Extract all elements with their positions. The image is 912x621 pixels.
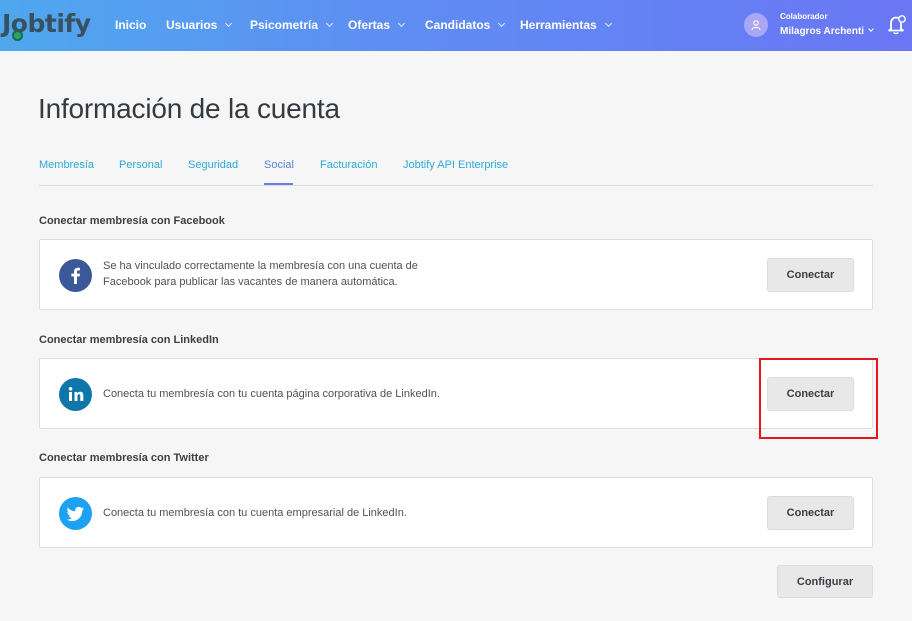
tab-membresia[interactable]: Membresía bbox=[39, 159, 94, 171]
account-tabs: Membresía Personal Seguridad Social Fact… bbox=[39, 157, 873, 186]
tab-personal[interactable]: Personal bbox=[119, 159, 162, 171]
tab-seguridad[interactable]: Seguridad bbox=[188, 159, 238, 171]
facebook-section-title: Conectar membresía con Facebook bbox=[39, 215, 225, 227]
linkedin-section-title: Conectar membresía con LinkedIn bbox=[39, 334, 219, 346]
facebook-description: Se ha vinculado correctamente la membres… bbox=[103, 258, 418, 290]
user-role: Colaborador bbox=[780, 12, 828, 21]
notifications-bell-icon[interactable] bbox=[887, 14, 907, 36]
nav-label: Psicometría bbox=[250, 18, 319, 32]
chevron-down-icon bbox=[604, 19, 612, 28]
facebook-connect-button[interactable]: Conectar bbox=[767, 258, 854, 292]
twitter-section-title: Conectar membresía con Twitter bbox=[39, 452, 209, 464]
chevron-down-icon bbox=[498, 19, 506, 28]
user-avatar[interactable] bbox=[744, 13, 768, 37]
facebook-description-line: Se ha vinculado correctamente la membres… bbox=[103, 260, 418, 272]
tab-facturacion[interactable]: Facturación bbox=[320, 159, 377, 171]
user-icon bbox=[751, 20, 761, 31]
page-title: Información de la cuenta bbox=[38, 93, 340, 124]
twitter-connect-button[interactable]: Conectar bbox=[767, 496, 854, 530]
user-menu[interactable]: Milagros Archenti bbox=[780, 26, 874, 37]
nav-label: Herramientas bbox=[520, 18, 597, 32]
top-navigation-bar: Jobtify Inicio Usuarios Psicometría Ofer… bbox=[0, 0, 912, 51]
user-name: Milagros Archenti bbox=[780, 26, 865, 37]
active-tab-indicator bbox=[264, 183, 293, 185]
linkedin-description: Conecta tu membresía con tu cuenta págin… bbox=[103, 388, 440, 400]
nav-label: Candidatos bbox=[425, 18, 491, 32]
facebook-description-line: Facebook para publicar las vacantes de m… bbox=[103, 276, 398, 288]
logo-mark-icon bbox=[12, 30, 23, 41]
highlight-box bbox=[759, 358, 878, 439]
nav-item-usuarios[interactable]: Usuarios bbox=[166, 16, 233, 34]
chevron-down-icon bbox=[225, 19, 233, 28]
tab-jobtify-api-enterprise[interactable]: Jobtify API Enterprise bbox=[403, 159, 508, 171]
nav-item-inicio[interactable]: Inicio bbox=[115, 16, 146, 34]
chevron-down-icon bbox=[397, 19, 406, 28]
tab-social[interactable]: Social bbox=[264, 159, 294, 171]
nav-item-herramientas[interactable]: Herramientas bbox=[520, 16, 612, 34]
twitter-description: Conecta tu membresía con tu cuenta empre… bbox=[103, 507, 407, 519]
nav-label: Usuarios bbox=[166, 18, 218, 32]
jobtify-logo[interactable]: Jobtify bbox=[2, 8, 91, 42]
nav-item-ofertas[interactable]: Ofertas bbox=[348, 16, 406, 34]
twitter-icon bbox=[59, 497, 92, 530]
nav-label: Ofertas bbox=[348, 18, 391, 32]
facebook-icon bbox=[59, 259, 92, 292]
twitter-card: Conecta tu membresía con tu cuenta empre… bbox=[39, 477, 873, 548]
nav-item-candidatos[interactable]: Candidatos bbox=[425, 16, 506, 34]
chevron-down-icon bbox=[326, 19, 334, 28]
linkedin-card: Conecta tu membresía con tu cuenta págin… bbox=[39, 358, 873, 429]
linkedin-icon bbox=[59, 378, 92, 411]
configure-button[interactable]: Configurar bbox=[777, 565, 873, 598]
chevron-down-icon bbox=[868, 26, 874, 32]
facebook-card: Se ha vinculado correctamente la membres… bbox=[39, 239, 873, 310]
nav-item-psicometria[interactable]: Psicometría bbox=[250, 16, 334, 34]
nav-label: Inicio bbox=[115, 18, 147, 32]
